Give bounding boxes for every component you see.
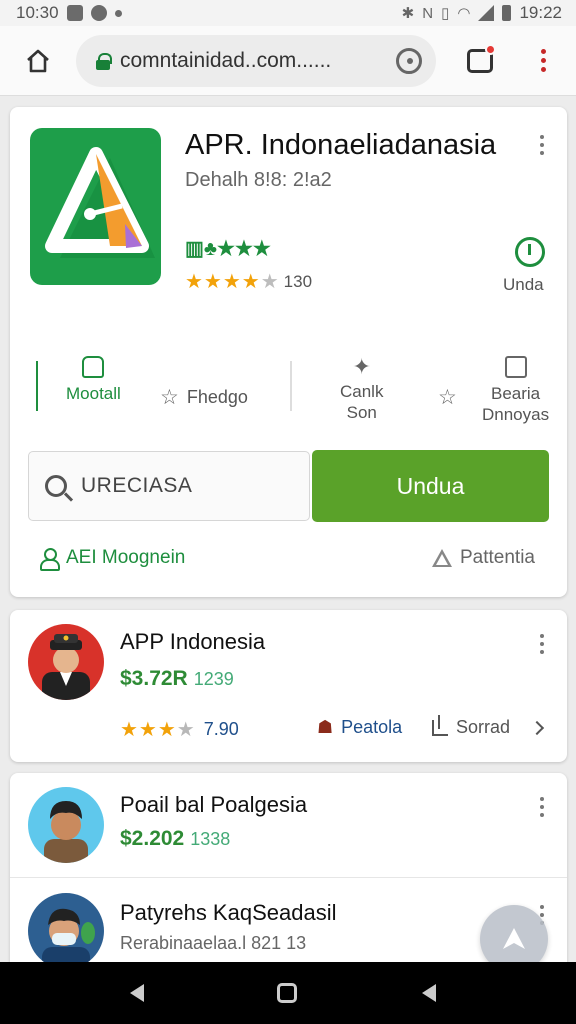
list-more-icon[interactable] (540, 797, 544, 817)
action-share-label: Bearia Dnnoyas (482, 384, 550, 424)
person-avatar-icon (42, 634, 90, 700)
person-avatar-icon (44, 801, 88, 863)
action-rate[interactable]: ✦ Canlk Son (340, 356, 383, 423)
list-link-label: Peatola (341, 717, 403, 737)
install-tab-icon (82, 356, 105, 378)
star-outline-icon: ☆ (160, 386, 179, 409)
browser-toolbar: comntainidad..com...... (0, 26, 576, 96)
rating-count: 130 (283, 271, 313, 291)
footer-right-label: Pattentia (460, 547, 535, 568)
list-share[interactable]: Sorrad (432, 714, 545, 738)
warning-icon (432, 549, 452, 567)
footer-link-left[interactable]: AEI Moognein (40, 547, 186, 571)
home-button[interactable] (0, 26, 76, 96)
search-input[interactable]: URECIASA (28, 451, 310, 521)
chevron-right-icon[interactable] (529, 720, 545, 735)
menu-icon[interactable] (510, 26, 576, 96)
system-nav-bar (0, 962, 576, 1024)
app-logo-icon (45, 147, 155, 258)
action-rate-label: Canlk Son (340, 382, 384, 422)
action-install[interactable]: Mootall (66, 356, 121, 404)
install-icon[interactable] (515, 237, 545, 267)
action-divider (290, 361, 292, 411)
avatar (28, 624, 104, 700)
price-extra: 1338 (190, 829, 231, 849)
action-install-label: Mootall (66, 384, 121, 403)
home-nav-icon[interactable] (277, 983, 297, 1003)
dot-icon (114, 9, 122, 17)
footer-left-label: AEI Moognein (66, 547, 186, 568)
star-outline-icon-2: ☆ (438, 386, 457, 409)
search-icon (45, 475, 67, 497)
nfc-icon: N (422, 4, 434, 22)
signal-icon (478, 5, 495, 21)
officer-icon: ☗ (317, 717, 334, 737)
share-tab-icon (504, 356, 527, 378)
list-title: APP Indonesia (120, 629, 266, 654)
leaf-icon: ✦ (352, 354, 371, 379)
install-label[interactable]: Unda (503, 275, 544, 295)
app-rating: ★★★★★ 130 (185, 269, 312, 294)
vibrate-icon: ▯ (441, 5, 450, 22)
rating-stars: ★★★★★ (185, 271, 280, 293)
status-time-right: 19:22 (519, 3, 562, 22)
fab-icon (503, 928, 525, 949)
bluetooth-icon: ✱ (401, 5, 415, 22)
battery-icon (502, 5, 512, 21)
app-developer[interactable]: Dehalh 8!8: 2!a2 (185, 169, 332, 192)
status-time-left: 10:30 (16, 3, 59, 22)
recents-icon[interactable] (422, 984, 436, 1002)
reload-icon[interactable] (396, 47, 422, 74)
home-icon (27, 49, 49, 72)
app-hero-card: APR. Indonaeliadanasia Dehalh 8!8: 2!a2 … (10, 107, 567, 597)
list-more-icon[interactable] (540, 634, 544, 654)
hero-more-icon[interactable] (540, 135, 544, 155)
person-avatar-icon (42, 908, 95, 969)
list-share-label: Sorrad (456, 717, 511, 737)
list-rating: ★★★★ 7.90 (120, 717, 239, 742)
tabs-badge (485, 43, 496, 55)
price-value: $3.72R (120, 667, 188, 690)
status-bar: 10:30 ✱ N ▯ ◠ 19:22 (0, 0, 576, 26)
tabs-button[interactable] (450, 26, 510, 96)
active-indicator (36, 361, 38, 411)
list-title: Patyrehs KaqSeadasil (120, 900, 337, 925)
list-subtitle: Rerabinaaelaa.l 821 13 (120, 933, 307, 953)
action-star[interactable]: ☆ (438, 385, 457, 410)
rating-stars: ★★★★ (120, 719, 196, 741)
address-bar[interactable]: comntainidad..com...... (76, 34, 436, 87)
avatar (28, 893, 104, 969)
wifi-icon: ◠ (457, 5, 471, 22)
price-extra: 1239 (193, 669, 234, 689)
sync-icon (90, 5, 107, 21)
list-price: $2.202 1338 (120, 827, 230, 851)
app-logo[interactable] (30, 128, 161, 285)
lock-icon (96, 52, 112, 70)
list-link[interactable]: ☗ Peatola (317, 717, 402, 738)
list-divider (10, 877, 567, 878)
action-wishlist[interactable]: ☆ Fhedgo (160, 385, 248, 410)
share-icon (432, 714, 448, 736)
url-text[interactable]: comntainidad..com...... (120, 49, 396, 73)
footer-link-right[interactable]: Pattentia (432, 547, 535, 569)
list-title: Poail bal Poalgesia (120, 792, 308, 817)
app-badge: ▥♣★★★ (185, 238, 271, 260)
list-card-1[interactable]: APP Indonesia $3.72R 1239 ★★★★ 7.90 ☗ Pea… (10, 610, 567, 762)
search-value: URECIASA (81, 474, 193, 497)
action-share[interactable]: Bearia Dnnoyas (482, 356, 549, 425)
list-price: $3.72R 1239 (120, 667, 234, 691)
app-title: APR. Indonaeliadanasia (185, 129, 497, 161)
avatar (28, 787, 104, 863)
rating-value: 7.90 (203, 719, 239, 739)
price-value: $2.202 (120, 827, 185, 850)
primary-button[interactable]: Undua (312, 450, 549, 522)
action-wishlist-label: Fhedgo (186, 387, 248, 407)
person-icon (40, 548, 60, 571)
back-icon[interactable] (130, 984, 144, 1002)
notification-icon (66, 5, 83, 21)
